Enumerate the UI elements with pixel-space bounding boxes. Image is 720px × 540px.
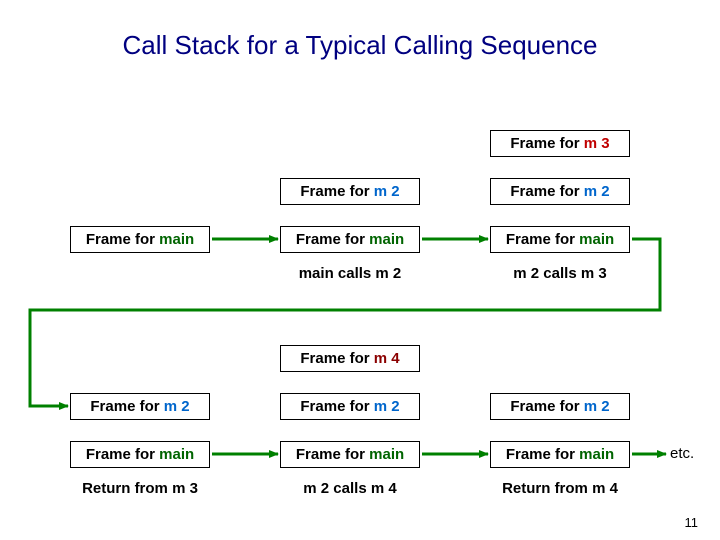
frame-m2-col2-bot: Frame for m 2 [280,393,420,420]
frame-m2-col2-top: Frame for m 2 [280,178,420,205]
frame-main-col2-bot: Frame for main [280,441,420,468]
caption-m2-calls-m3: m 2 calls m 3 [490,265,630,282]
caption-return-from-m3: Return from m 3 [70,480,210,497]
caption-main-calls-m2: main calls m 2 [280,265,420,282]
etc-label: etc. [670,445,694,462]
frame-m2-col3-top: Frame for m 2 [490,178,630,205]
frame-main-col2-top: Frame for main [280,226,420,253]
frame-m2-col3-bot: Frame for m 2 [490,393,630,420]
frame-main-col3-bot: Frame for main [490,441,630,468]
caption-m2-calls-m4: m 2 calls m 4 [280,480,420,497]
frame-m2-col1-bot: Frame for m 2 [70,393,210,420]
frame-m3-col3: Frame for m 3 [490,130,630,157]
frame-m4-col2-bot: Frame for m 4 [280,345,420,372]
frame-main-col3-top: Frame for main [490,226,630,253]
slide-title: Call Stack for a Typical Calling Sequenc… [0,30,720,61]
frame-main-col1-bot: Frame for main [70,441,210,468]
caption-return-from-m4: Return from m 4 [490,480,630,497]
frame-main-col1-top: Frame for main [70,226,210,253]
page-number: 11 [685,515,699,530]
